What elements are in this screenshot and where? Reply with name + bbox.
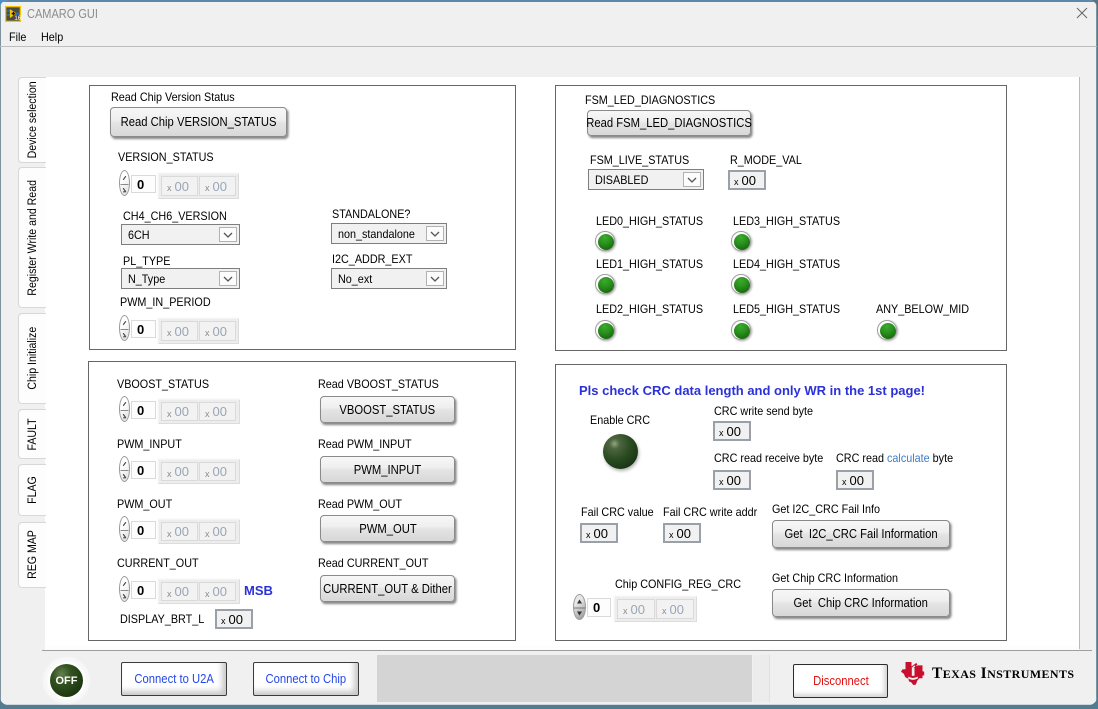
- svg-text:16: 16: [14, 15, 21, 22]
